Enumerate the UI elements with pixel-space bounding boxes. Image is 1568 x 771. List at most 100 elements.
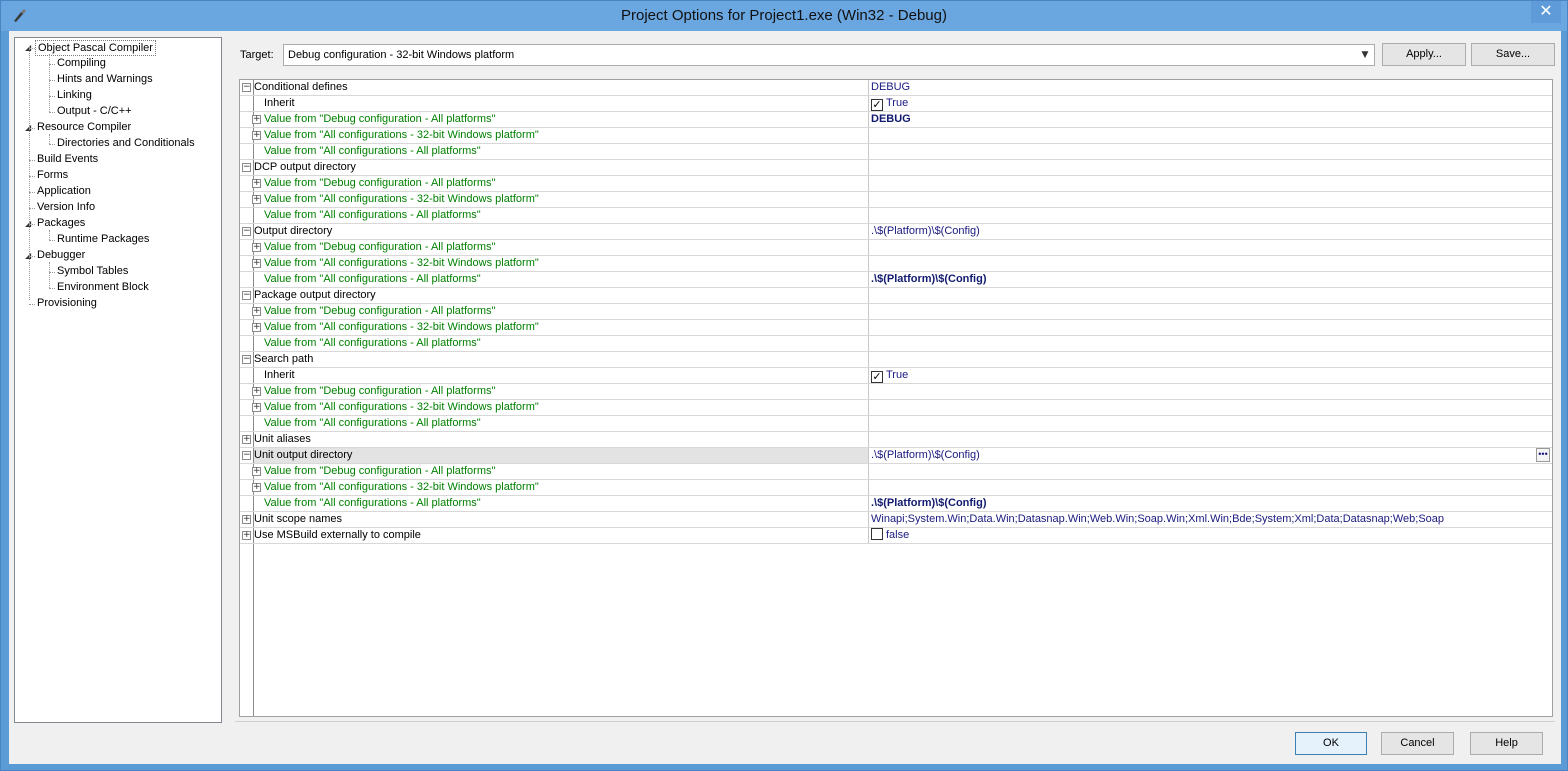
grid-row[interactable]: Value from "All configurations - All pla… xyxy=(240,208,1552,224)
grid-row-value[interactable] xyxy=(868,208,1552,223)
grid-row[interactable]: − Output directory .\$(Platform)\$(Config) xyxy=(240,224,1552,240)
grid-row[interactable]: − Package output directory xyxy=(240,288,1552,304)
tree-item[interactable]: Environment Block xyxy=(55,280,151,296)
grid-row-value[interactable]: .\$(Platform)\$(Config) xyxy=(868,224,1552,239)
grid-row[interactable]: Value from "All configurations - All pla… xyxy=(240,416,1552,432)
grid-row-value[interactable] xyxy=(868,384,1552,399)
grid-row-value[interactable] xyxy=(868,480,1552,495)
expand-plus-icon[interactable]: + xyxy=(252,467,261,476)
grid-row[interactable]: − Conditional defines DEBUG xyxy=(240,80,1552,96)
grid-row-value[interactable] xyxy=(868,240,1552,255)
grid-row-value[interactable]: false xyxy=(868,528,1552,543)
tree-item[interactable]: Output - C/C++ xyxy=(55,104,134,120)
grid-row[interactable]: + Value from "Debug configuration - All p… xyxy=(240,464,1552,480)
grid-row[interactable]: Inherit ✓ True xyxy=(240,96,1552,112)
grid-row[interactable]: Value from "All configurations - All pla… xyxy=(240,496,1552,512)
collapse-minus-icon[interactable]: − xyxy=(242,451,251,460)
expand-plus-icon[interactable]: + xyxy=(242,435,251,444)
title-bar[interactable]: Project Options for Project1.exe (Win32 … xyxy=(1,1,1567,31)
grid-row[interactable]: Value from "All configurations - All pla… xyxy=(240,336,1552,352)
tree-item[interactable]: Symbol Tables xyxy=(55,264,130,280)
collapse-minus-icon[interactable]: − xyxy=(242,355,251,364)
checkbox-unchecked-icon[interactable] xyxy=(871,528,883,540)
tree-item[interactable]: Forms xyxy=(35,168,70,184)
grid-row-value[interactable] xyxy=(868,432,1552,447)
expand-plus-icon[interactable]: + xyxy=(252,323,261,332)
grid-row[interactable]: Value from "All configurations - All pla… xyxy=(240,144,1552,160)
grid-row-value[interactable]: Winapi;System.Win;Data.Win;Datasnap.Win;… xyxy=(868,512,1552,527)
grid-row[interactable]: Value from "All configurations - All pla… xyxy=(240,272,1552,288)
grid-row-value[interactable] xyxy=(868,192,1552,207)
grid-row-value[interactable] xyxy=(868,352,1552,367)
tree-item[interactable]: Build Events xyxy=(35,152,100,168)
checkbox-checked-icon[interactable]: ✓ xyxy=(871,99,883,111)
expand-plus-icon[interactable]: + xyxy=(242,515,251,524)
target-combo[interactable]: Debug configuration - 32-bit Windows pla… xyxy=(283,44,1375,66)
save-button[interactable]: Save... xyxy=(1471,43,1555,66)
grid-row[interactable]: + Value from "Debug configuration - All p… xyxy=(240,176,1552,192)
grid-row-value[interactable] xyxy=(868,256,1552,271)
tree-item[interactable]: Directories and Conditionals xyxy=(55,136,197,152)
grid-row-value[interactable] xyxy=(868,128,1552,143)
grid-row-value[interactable] xyxy=(868,416,1552,431)
grid-row-value[interactable] xyxy=(868,320,1552,335)
grid-row-value[interactable] xyxy=(868,144,1552,159)
expand-plus-icon[interactable]: + xyxy=(252,403,261,412)
tree-item[interactable]: Debugger xyxy=(35,248,87,264)
grid-row[interactable]: + Value from "All configurations - 32-bit… xyxy=(240,192,1552,208)
close-button[interactable]: ✕ xyxy=(1531,1,1561,23)
chevron-down-icon[interactable]: ▼ xyxy=(1358,48,1372,62)
expand-plus-icon[interactable]: + xyxy=(252,307,261,316)
grid-row-value[interactable] xyxy=(868,304,1552,319)
grid-row[interactable]: − Search path xyxy=(240,352,1552,368)
grid-row[interactable]: + Value from "All configurations - 32-bit… xyxy=(240,400,1552,416)
ellipsis-button[interactable]: ••• xyxy=(1536,448,1550,462)
collapse-minus-icon[interactable]: − xyxy=(242,83,251,92)
grid-row-value[interactable] xyxy=(868,160,1552,175)
grid-row-value[interactable]: .\$(Platform)\$(Config) xyxy=(868,272,1552,287)
grid-row[interactable]: + Value from "Debug configuration - All p… xyxy=(240,112,1552,128)
grid-row[interactable]: − DCP output directory xyxy=(240,160,1552,176)
collapse-minus-icon[interactable]: − xyxy=(242,227,251,236)
expand-plus-icon[interactable]: + xyxy=(242,531,251,540)
grid-row-value[interactable] xyxy=(868,336,1552,351)
tree-item[interactable]: Hints and Warnings xyxy=(55,72,155,88)
grid-row-value[interactable]: DEBUG xyxy=(868,80,1552,95)
tree-item[interactable]: Object Pascal Compiler xyxy=(35,40,156,56)
expand-plus-icon[interactable]: + xyxy=(252,115,261,124)
expand-plus-icon[interactable]: + xyxy=(252,195,261,204)
help-button[interactable]: Help xyxy=(1470,732,1543,755)
grid-row[interactable]: + Value from "All configurations - 32-bit… xyxy=(240,128,1552,144)
grid-row-value[interactable]: .\$(Platform)\$(Config) ••• xyxy=(868,448,1552,463)
apply-button[interactable]: Apply... xyxy=(1382,43,1466,66)
expand-plus-icon[interactable]: + xyxy=(252,483,261,492)
grid-row[interactable]: Inherit ✓ True xyxy=(240,368,1552,384)
grid-row-value[interactable]: .\$(Platform)\$(Config) xyxy=(868,496,1552,511)
grid-row[interactable]: + Use MSBuild externally to compile false xyxy=(240,528,1552,544)
ok-button[interactable]: OK xyxy=(1295,732,1367,755)
expand-plus-icon[interactable]: + xyxy=(252,179,261,188)
tree-item[interactable]: Runtime Packages xyxy=(55,232,151,248)
tree-item[interactable]: Packages xyxy=(35,216,87,232)
grid-row-value[interactable] xyxy=(868,176,1552,191)
grid-row[interactable]: + Value from "Debug configuration - All p… xyxy=(240,384,1552,400)
options-tree[interactable]: ◢ Object Pascal Compiler Compiling Hints an… xyxy=(14,37,222,723)
expand-plus-icon[interactable]: + xyxy=(252,259,261,268)
grid-row[interactable]: + Value from "Debug configuration - All p… xyxy=(240,304,1552,320)
grid-row[interactable]: − Unit output directory .\$(Platform)\$(Co… xyxy=(240,448,1552,464)
grid-row-value[interactable] xyxy=(868,464,1552,479)
grid-row[interactable]: + Value from "All configurations - 32-bit… xyxy=(240,320,1552,336)
grid-row-value[interactable] xyxy=(868,288,1552,303)
collapse-minus-icon[interactable]: − xyxy=(242,163,251,172)
tree-item[interactable]: Version Info xyxy=(35,200,97,216)
tree-item[interactable]: Compiling xyxy=(55,56,108,72)
grid-row-value[interactable]: DEBUG xyxy=(868,112,1552,127)
expand-plus-icon[interactable]: + xyxy=(252,131,261,140)
tree-item[interactable]: Linking xyxy=(55,88,94,104)
grid-row[interactable]: + Value from "All configurations - 32-bit… xyxy=(240,256,1552,272)
cancel-button[interactable]: Cancel xyxy=(1381,732,1454,755)
grid-row[interactable]: + Unit scope names Winapi;System.Win;Data.… xyxy=(240,512,1552,528)
grid-row[interactable]: + Unit aliases xyxy=(240,432,1552,448)
grid-row-value[interactable]: ✓ True xyxy=(868,368,1552,383)
expand-plus-icon[interactable]: + xyxy=(252,387,261,396)
